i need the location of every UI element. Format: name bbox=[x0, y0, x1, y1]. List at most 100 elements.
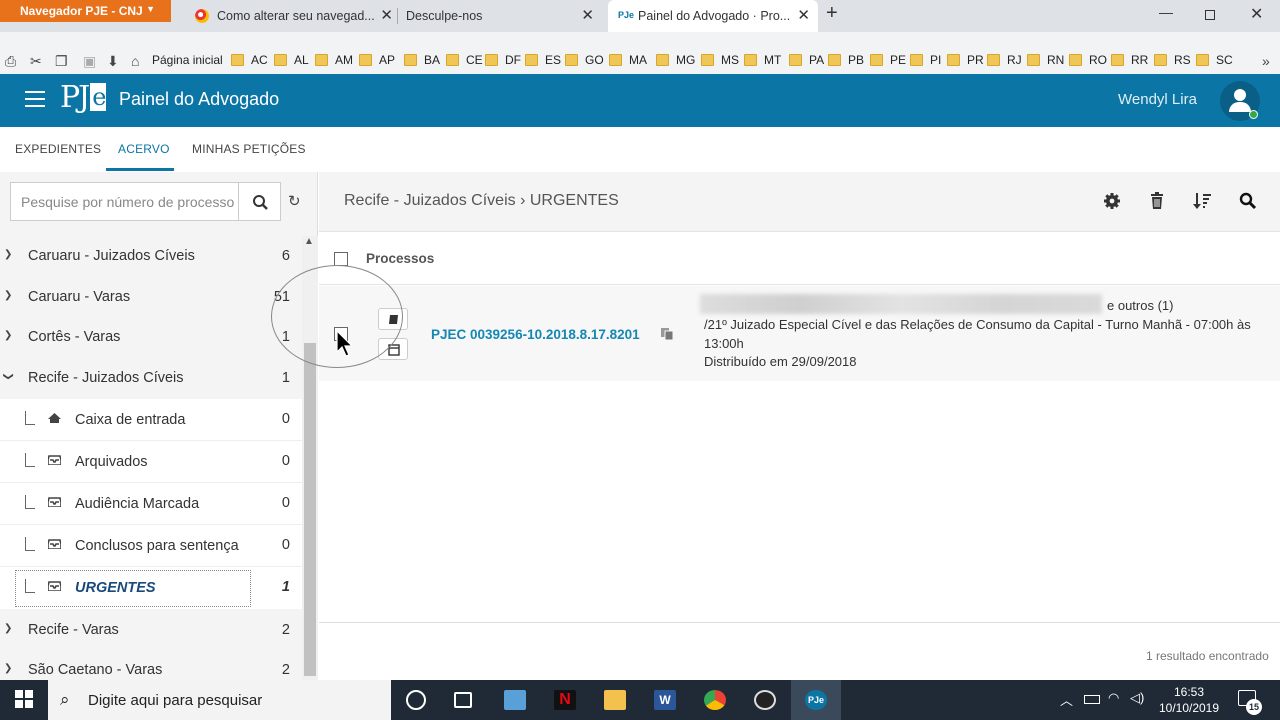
cortana-icon[interactable] bbox=[406, 690, 426, 710]
tab-expedientes[interactable]: EXPEDIENTES bbox=[15, 142, 101, 156]
bookmark-go[interactable]: GO bbox=[565, 53, 604, 67]
bookmark-df[interactable]: DF bbox=[485, 53, 521, 67]
subitem-urgentes-selected[interactable]: URGENTES 1 bbox=[0, 567, 302, 609]
bookmark-ma[interactable]: MA bbox=[609, 53, 647, 67]
obs-icon[interactable] bbox=[754, 690, 776, 710]
copy-icon[interactable] bbox=[660, 327, 674, 341]
subitem-audiencia-marcada[interactable]: Audiência Marcada 0 bbox=[0, 483, 302, 525]
close-window-icon[interactable]: ✕ bbox=[1250, 4, 1263, 24]
restore-icon[interactable] bbox=[1205, 10, 1215, 20]
file-explorer-icon[interactable] bbox=[604, 690, 626, 710]
browser-tab-active[interactable]: PJe Painel do Advogado · Pro... ✕ bbox=[608, 0, 818, 32]
bookmark-ms[interactable]: MS bbox=[701, 53, 739, 67]
bookmark-ro[interactable]: RO bbox=[1069, 53, 1107, 67]
bookmark-rj[interactable]: RJ bbox=[987, 53, 1022, 67]
chevron-right-icon: ❯ bbox=[4, 330, 13, 341]
tab-minhas-peticoes[interactable]: MINHAS PETIÇÕES bbox=[192, 142, 306, 156]
more-bookmarks-icon[interactable]: » bbox=[1262, 53, 1270, 69]
new-tab-icon[interactable]: + bbox=[826, 2, 838, 25]
notification-count: 15 bbox=[1246, 699, 1262, 715]
trash-icon[interactable] bbox=[1148, 192, 1166, 210]
gear-icon[interactable] bbox=[1103, 192, 1121, 210]
tree-item[interactable]: ❯ São Caetano - Varas 2 bbox=[0, 650, 302, 680]
taskbar-search-input[interactable]: ⌕ Digite aqui para pesquisar bbox=[48, 680, 391, 720]
chrome-icon[interactable] bbox=[704, 690, 726, 710]
bookmark-mt[interactable]: MT bbox=[744, 53, 781, 67]
tree-item[interactable]: ❯ Recife - Varas 2 bbox=[0, 610, 302, 651]
copy-icon[interactable]: ❐ bbox=[55, 53, 68, 70]
bookmark-es[interactable]: ES bbox=[525, 53, 561, 67]
bookmark-ap[interactable]: AP bbox=[359, 53, 395, 67]
tree-item-count: 2 bbox=[281, 662, 290, 678]
home-icon[interactable]: ⌂ bbox=[131, 53, 139, 69]
refresh-icon[interactable]: ↻ bbox=[288, 192, 301, 210]
browser-tab-2[interactable]: Desculpe-nos ✕ bbox=[406, 0, 602, 32]
scrollbar-thumb[interactable] bbox=[304, 343, 316, 676]
sort-icon[interactable] bbox=[1193, 192, 1211, 210]
user-avatar[interactable] bbox=[1220, 81, 1260, 121]
process-number-link[interactable]: PJEC 0039256-10.2018.8.17.8201 bbox=[431, 327, 640, 342]
bookmark-al[interactable]: AL bbox=[274, 53, 309, 67]
bookmark-label: RS bbox=[1174, 53, 1191, 67]
search-button[interactable] bbox=[239, 182, 281, 221]
wifi-icon[interactable]: ◠ bbox=[1108, 690, 1119, 706]
close-tab-icon[interactable]: ✕ bbox=[380, 6, 393, 24]
bookmark-pb[interactable]: PB bbox=[828, 53, 864, 67]
tree-item[interactable]: ❯ Caruaru - Varas 51 bbox=[0, 277, 302, 318]
volume-icon[interactable]: ◁) bbox=[1130, 690, 1144, 706]
tree-item-count: 6 bbox=[281, 248, 290, 264]
result-count: 1 resultado encontrado bbox=[1146, 649, 1269, 663]
user-name[interactable]: Wendyl Lira bbox=[1118, 91, 1197, 108]
search-icon: ⌕ bbox=[60, 690, 70, 709]
subitem-arquivados[interactable]: Arquivados 0 bbox=[0, 441, 302, 483]
battery-icon[interactable] bbox=[1084, 695, 1100, 704]
hamburger-menu-icon[interactable] bbox=[25, 91, 45, 107]
system-clock[interactable]: 16:53 10/10/2019 bbox=[1156, 684, 1222, 716]
close-tab-icon[interactable]: ✕ bbox=[797, 6, 810, 24]
bookmark-label: PE bbox=[890, 53, 907, 67]
bookmark-pi[interactable]: PI bbox=[910, 53, 941, 67]
bookmark-rr[interactable]: RR bbox=[1111, 53, 1148, 67]
scroll-up-icon[interactable]: ▲ bbox=[304, 236, 314, 247]
nav-tabs: EXPEDIENTES ACERVO MINHAS PETIÇÕES bbox=[0, 127, 1280, 172]
bookmark-pe[interactable]: PE bbox=[870, 53, 906, 67]
bookmark-ce[interactable]: CE bbox=[446, 53, 483, 67]
windows-start-icon[interactable] bbox=[15, 690, 33, 708]
cut-icon[interactable]: ✂ bbox=[30, 53, 42, 70]
netflix-icon[interactable]: N bbox=[554, 690, 576, 710]
app-icon[interactable] bbox=[504, 690, 526, 710]
tree-item[interactable]: ❯ Caruaru - Juizados Cíveis 6 bbox=[0, 236, 302, 277]
print-icon[interactable]: ⎙ bbox=[5, 53, 16, 70]
browser-tab-1[interactable]: Como alterar seu navegad... ✕ bbox=[195, 0, 397, 32]
word-icon[interactable]: W bbox=[654, 690, 676, 710]
bookmark-sc[interactable]: SC bbox=[1196, 53, 1233, 67]
bookmark-pr[interactable]: PR bbox=[947, 53, 984, 67]
tab-acervo[interactable]: ACERVO bbox=[118, 142, 170, 156]
browser-app-menu[interactable]: Navegador PJE - CNJ ▼ bbox=[0, 0, 171, 22]
bookmark-mg[interactable]: MG bbox=[656, 53, 695, 67]
tab-separator bbox=[397, 8, 398, 24]
bookmark-am[interactable]: AM bbox=[315, 53, 353, 67]
bookmark-ba[interactable]: BA bbox=[404, 53, 440, 67]
page-title: Painel do Advogado bbox=[119, 89, 280, 109]
bookmark-pa[interactable]: PA bbox=[789, 53, 824, 67]
bookmark-ac[interactable]: AC bbox=[231, 53, 268, 67]
process-search-input[interactable]: Pesquise por número de processo bbox=[10, 182, 239, 221]
search-icon[interactable] bbox=[1239, 192, 1257, 210]
tree-item-expanded[interactable]: ❯ Recife - Juizados Cíveis 1 bbox=[0, 358, 302, 399]
pje-browser-icon[interactable]: PJe bbox=[805, 690, 827, 710]
paste-icon[interactable]: ▣ bbox=[83, 53, 96, 70]
download-icon[interactable]: ⬇ bbox=[107, 53, 119, 70]
minimize-icon[interactable]: — bbox=[1159, 4, 1173, 20]
home-link[interactable]: Página inicial bbox=[152, 53, 223, 67]
select-all-checkbox[interactable] bbox=[334, 252, 348, 266]
subitem-conclusos[interactable]: Conclusos para sentença 0 bbox=[0, 525, 302, 567]
tree-item[interactable]: ❯ Cortês - Varas 1 bbox=[0, 317, 302, 358]
task-view-icon[interactable] bbox=[454, 692, 472, 708]
show-hidden-icons-icon[interactable]: ︿ bbox=[1060, 690, 1073, 709]
bookmark-rn[interactable]: RN bbox=[1027, 53, 1064, 67]
subitem-caixa-de-entrada[interactable]: Caixa de entrada 0 bbox=[0, 399, 302, 441]
close-tab-icon[interactable]: ✕ bbox=[581, 6, 594, 24]
others-count: e outros (1) bbox=[1107, 298, 1174, 313]
bookmark-rs[interactable]: RS bbox=[1154, 53, 1191, 67]
